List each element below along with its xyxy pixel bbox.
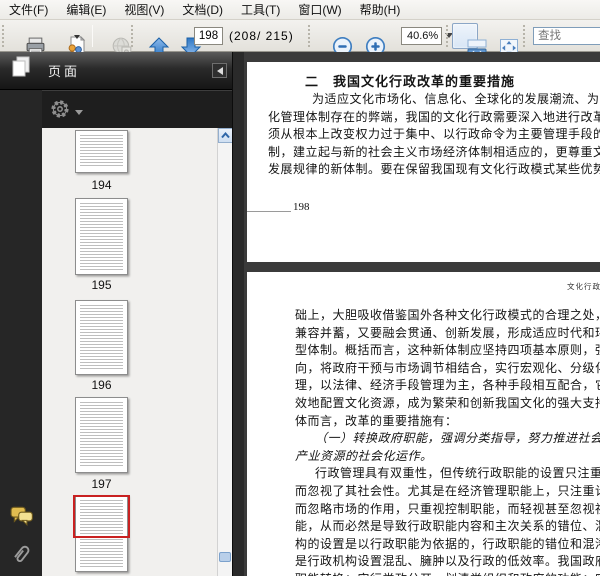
collapse-arrow-icon (213, 67, 223, 75)
menu-item-edit[interactable]: 编辑(E) (57, 0, 115, 20)
document-page-199: 文化行政学 础上，大胆吸收借鉴国外各种文化行政模式的合理之处，博采众长、兼容并蓄… (247, 272, 600, 576)
gear-icon (49, 98, 71, 125)
collapse-panel-button[interactable] (212, 63, 227, 78)
pages-icon (10, 55, 32, 86)
toolbar-grip[interactable] (523, 25, 526, 47)
text-line: 兼容并蓄，又要融会贯通、创新发展，形成适应时代和环境要求的新 (295, 325, 600, 343)
thumbnail-label: 196 (75, 378, 128, 392)
text-line: 化管理体制存在的弊端，我国的文化行政需要深入地进行改革。必 (268, 109, 600, 127)
share-button-disabled (99, 24, 123, 48)
menu-item-help[interactable]: 帮助(H) (351, 0, 410, 20)
thumbnails-scrollbar[interactable] (217, 128, 232, 576)
zoom-level-input[interactable]: 40.6% (401, 27, 442, 45)
zoom-out-button[interactable] (321, 25, 343, 47)
menu-item-file[interactable]: 文件(F) (0, 0, 57, 20)
panel-options-button[interactable] (49, 98, 83, 125)
text-line: 型体制。概括而言，这种新体制应坚持四项基本原则，强调市场导 (295, 342, 600, 360)
page-thumbnail-195[interactable] (75, 198, 128, 275)
toolbar-separator (92, 25, 93, 47)
thumbnail-content (80, 402, 123, 468)
navigation-strip (0, 90, 42, 576)
text-line: 体而言，改革的重要措施有： (295, 413, 600, 431)
toolbar-grip[interactable] (2, 25, 5, 47)
thumbnail-content (80, 203, 123, 270)
page-count-label: (208/ 215) (229, 29, 294, 43)
options-dropdown-caret (75, 110, 83, 119)
current-view-indicator[interactable] (73, 495, 130, 538)
page-thumbnails-panel: 194195196197198 (42, 128, 232, 576)
panel-splitter[interactable] (232, 52, 244, 576)
menu-item-tools[interactable]: 工具(T) (232, 0, 289, 20)
scrollbar-up-button[interactable] (218, 128, 232, 143)
page-number-input[interactable] (194, 27, 223, 45)
text-line: 为适应文化市场化、信息化、全球化的发展潮流、为克服现有文 (268, 91, 600, 109)
fit-width-button[interactable] (452, 23, 478, 49)
toolbar-grip[interactable] (131, 25, 134, 47)
text-line: 向，将政府干预与市场调节相结合，实行宏观化、分级化、间接化的管 (295, 360, 600, 378)
page-thumbnail-196[interactable] (75, 300, 128, 375)
thumbnail-label: 197 (75, 477, 128, 491)
page-body-text: 础上，大胆吸收借鉴国外各种文化行政模式的合理之处，博采众长、兼容并蓄，又要融会贯… (295, 307, 600, 576)
menu-item-window[interactable]: 窗口(W) (289, 0, 350, 20)
text-line: 而忽略市场的作用，只重视控制职能，而轻视甚至忽视社会服务职 (295, 501, 600, 519)
document-page-198: 二 我国文化行政改革的重要措施 为适应文化市场化、信息化、全球化的发展潮流、为克… (247, 62, 600, 262)
page-thumbnail-197[interactable] (75, 397, 128, 473)
toolbar-grip[interactable] (446, 25, 449, 47)
toolbar: (208/ 215) 40.6% (0, 20, 600, 52)
thumbnail-content (80, 135, 123, 168)
section-heading: 二 我国文化行政改革的重要措施 (305, 71, 515, 90)
document-view[interactable]: 二 我国文化行政改革的重要措施 为适应文化市场化、信息化、全球化的发展潮流、为克… (244, 52, 600, 576)
print-button[interactable] (13, 24, 37, 48)
next-page-button[interactable] (168, 24, 192, 48)
text-line: 职能转换：实行党政分开，划清党组织和政府的功能；实行政企分开， (295, 571, 600, 576)
search-input[interactable] (533, 27, 600, 45)
pages-panel-title: 页面 (48, 61, 80, 80)
scrollbar-thumb[interactable] (219, 552, 231, 562)
menu-item-view[interactable]: 视图(V) (115, 0, 173, 20)
menu-bar: 文件(F)编辑(E)视图(V)文档(D)工具(T)窗口(W)帮助(H) (0, 0, 600, 20)
page-thumbnail-194[interactable] (75, 130, 128, 173)
collaborate-dropdown-caret (74, 35, 80, 42)
text-line: 而忽视了其社会性。尤其是在经济管理职能上，只注重计划的作用， (295, 483, 600, 501)
text-line: 发展规律的新体制。要在保留我国现有文化行政模式某些优势的基 (268, 161, 600, 179)
text-line: 构的设置是以行政职能为依据的，行政职能的错位和混淆，结果必然 (295, 536, 600, 554)
zoom-in-button[interactable] (354, 25, 376, 47)
footer-rule (247, 211, 291, 212)
text-line: 效地配置文化资源，成为繁荣和创新我国文化的强大支持系统。具 (295, 395, 600, 413)
collaborate-button[interactable] (48, 24, 82, 48)
text-line: （一）转换政府职能，强调分类指导，努力推进社会主义文化 (295, 430, 600, 448)
fit-page-button[interactable] (484, 23, 510, 49)
text-line: 理，以法律、经济手段管理为主，各种手段相互配合，它应能够灵活高 (295, 377, 600, 395)
pages-panel-header: 页面 (0, 52, 232, 90)
panel-options-row (42, 90, 232, 128)
menu-item-document[interactable]: 文档(D) (173, 0, 232, 20)
thumbnail-content (80, 305, 123, 370)
comments-icon[interactable] (10, 505, 34, 529)
page-body-text: 为适应文化市场化、信息化、全球化的发展潮流、为克服现有文化管理体制存在的弊端，我… (268, 91, 600, 179)
toolbar-grip[interactable] (308, 25, 311, 47)
text-line: 产业资源的社会化运作。 (295, 448, 600, 466)
text-line: 能，从而必然是导致行政职能内容和主次关系的错位、混淆。行政机 (295, 518, 600, 536)
text-line: 制，建立起与新的社会主义市场经济体制相适应的，更尊重文化自身 (268, 144, 600, 162)
text-line: 行政管理具有双重性，但传统行政职能的设置只注重其政治性， (295, 465, 600, 483)
attachments-paperclip-icon[interactable] (10, 543, 34, 567)
text-line: 础上，大胆吸收借鉴国外各种文化行政模式的合理之处，博采众长、 (295, 307, 600, 325)
text-line: 是行政机构设置混乱、臃肿以及行政的低效率。我国政府正在进行 (295, 553, 600, 571)
thumbnail-label: 195 (75, 278, 128, 292)
footer-page-number: 198 (293, 201, 310, 213)
previous-page-button[interactable] (136, 24, 160, 48)
thumbnail-label: 194 (75, 178, 128, 192)
text-line: 须从根本上改变权力过于集中、以行政命令为主要管理手段的旧体 (268, 126, 600, 144)
running-header: 文化行政学 (567, 281, 600, 292)
